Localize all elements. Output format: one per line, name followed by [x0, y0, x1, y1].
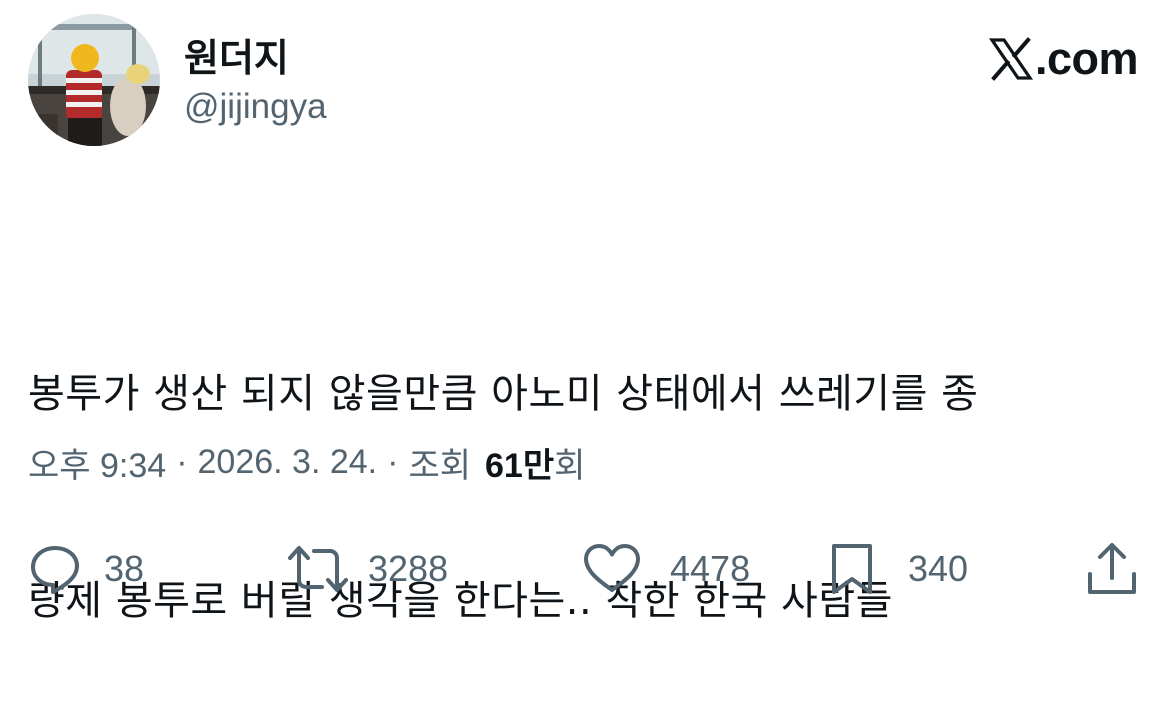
reply-icon	[31, 546, 79, 594]
user-display-name[interactable]: 원더지	[184, 36, 289, 80]
meta-separator: ·	[176, 442, 188, 481]
user-handle[interactable]: @jijingya	[184, 86, 327, 128]
site-watermark: .com	[988, 33, 1139, 84]
site-domain: .com	[1034, 33, 1139, 84]
views-count: 61만	[485, 446, 555, 485]
tweet-time[interactable]: 오후 9:34	[28, 438, 166, 487]
tweet-line: 봉투가 생산 되지 않을만큼 아노미 상태에서 쓰레기를 종	[28, 371, 979, 417]
tweet-header: 원더지 @jijingya .com	[28, 14, 1139, 150]
like-count: 4478	[670, 548, 751, 589]
user-avatar[interactable]	[28, 14, 160, 146]
repost-icon	[288, 546, 348, 592]
bookmark-count: 340	[908, 548, 969, 589]
heart-icon	[584, 544, 640, 592]
bookmark-icon	[832, 544, 872, 594]
bookmark-button[interactable]: 340	[828, 540, 968, 598]
x-logo-icon	[988, 37, 1033, 81]
like-button[interactable]: 4478	[582, 540, 750, 598]
reply-count: 38	[104, 548, 145, 589]
share-icon	[1088, 543, 1136, 594]
avatar-photo-icon	[28, 14, 160, 146]
repost-button[interactable]: 3288	[286, 540, 448, 598]
tweet-actions: 38 3288 4478 340	[28, 540, 1140, 598]
views-suffix: 회	[554, 446, 586, 485]
tweet-date[interactable]: 2026. 3. 24.	[198, 443, 378, 482]
reply-button[interactable]: 38	[28, 540, 144, 598]
meta-separator: ·	[387, 442, 399, 481]
repost-count: 3288	[368, 548, 449, 589]
tweet-metadata: 오후 9:34 · 2026. 3. 24. · 조회 61만 회	[28, 438, 585, 486]
share-button[interactable]	[1084, 540, 1140, 598]
views-label: 조회	[408, 446, 472, 485]
